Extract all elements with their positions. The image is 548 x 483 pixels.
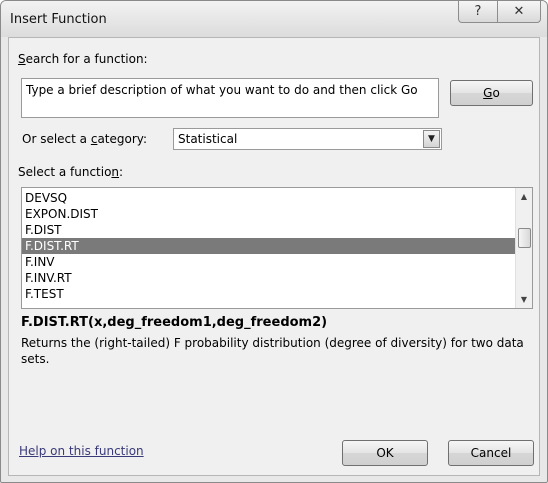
help-on-function-link[interactable]: Help on this function (19, 444, 144, 458)
function-description: Returns the (right-tailed) F probability… (21, 336, 524, 366)
go-button[interactable]: Go (450, 80, 533, 106)
scroll-up-arrow-icon[interactable]: ▲ (516, 188, 532, 205)
function-list-item[interactable]: F.INV.RT (22, 270, 515, 286)
function-list-item[interactable]: DEVSQ (22, 190, 515, 206)
function-list-item[interactable]: F.INV (22, 254, 515, 270)
cancel-button[interactable]: Cancel (448, 440, 534, 466)
search-label: Search for a function: (18, 52, 148, 66)
close-icon: ✕ (513, 4, 525, 19)
function-list-item[interactable]: F.TEST (22, 286, 515, 302)
category-select-value: Statistical (178, 132, 238, 146)
function-signature: F.DIST.RT(x,deg_freedom1,deg_freedom2) (21, 315, 328, 330)
close-button[interactable]: ✕ (497, 1, 541, 23)
function-listbox[interactable]: DEVSQ EXPON.DIST F.DIST F.DIST.RT F.INV F.INV… (21, 187, 533, 309)
scroll-down-arrow-icon[interactable]: ▼ (516, 291, 532, 308)
function-list-items: DEVSQ EXPON.DIST F.DIST F.DIST.RT F.INV F.INV… (22, 190, 515, 302)
help-button[interactable]: ? (458, 1, 498, 23)
category-select[interactable]: Statistical ▼ (173, 128, 442, 150)
function-list-item[interactable]: EXPON.DIST (22, 206, 515, 222)
function-list-item[interactable]: F.DIST.RT (22, 238, 515, 254)
ok-button[interactable]: OK (342, 440, 428, 466)
list-scrollbar[interactable]: ▲ ▼ (515, 188, 532, 308)
function-list-label: Select a function: (18, 165, 124, 179)
search-input[interactable]: Type a brief description of what you wan… (21, 78, 439, 118)
insert-function-dialog: Insert Function ? ✕ Search for a functio… (0, 0, 548, 483)
dialog-body: Search for a function: Type a brief desc… (8, 37, 540, 476)
category-label: Or select a category: (22, 132, 148, 146)
scrollbar-thumb[interactable] (518, 228, 531, 248)
question-mark-icon: ? (474, 4, 482, 19)
title-bar: Insert Function ? ✕ (1, 1, 547, 37)
function-list-item[interactable]: F.DIST (22, 222, 515, 238)
chevron-down-icon[interactable]: ▼ (423, 130, 440, 148)
window-title: Insert Function (10, 12, 107, 27)
